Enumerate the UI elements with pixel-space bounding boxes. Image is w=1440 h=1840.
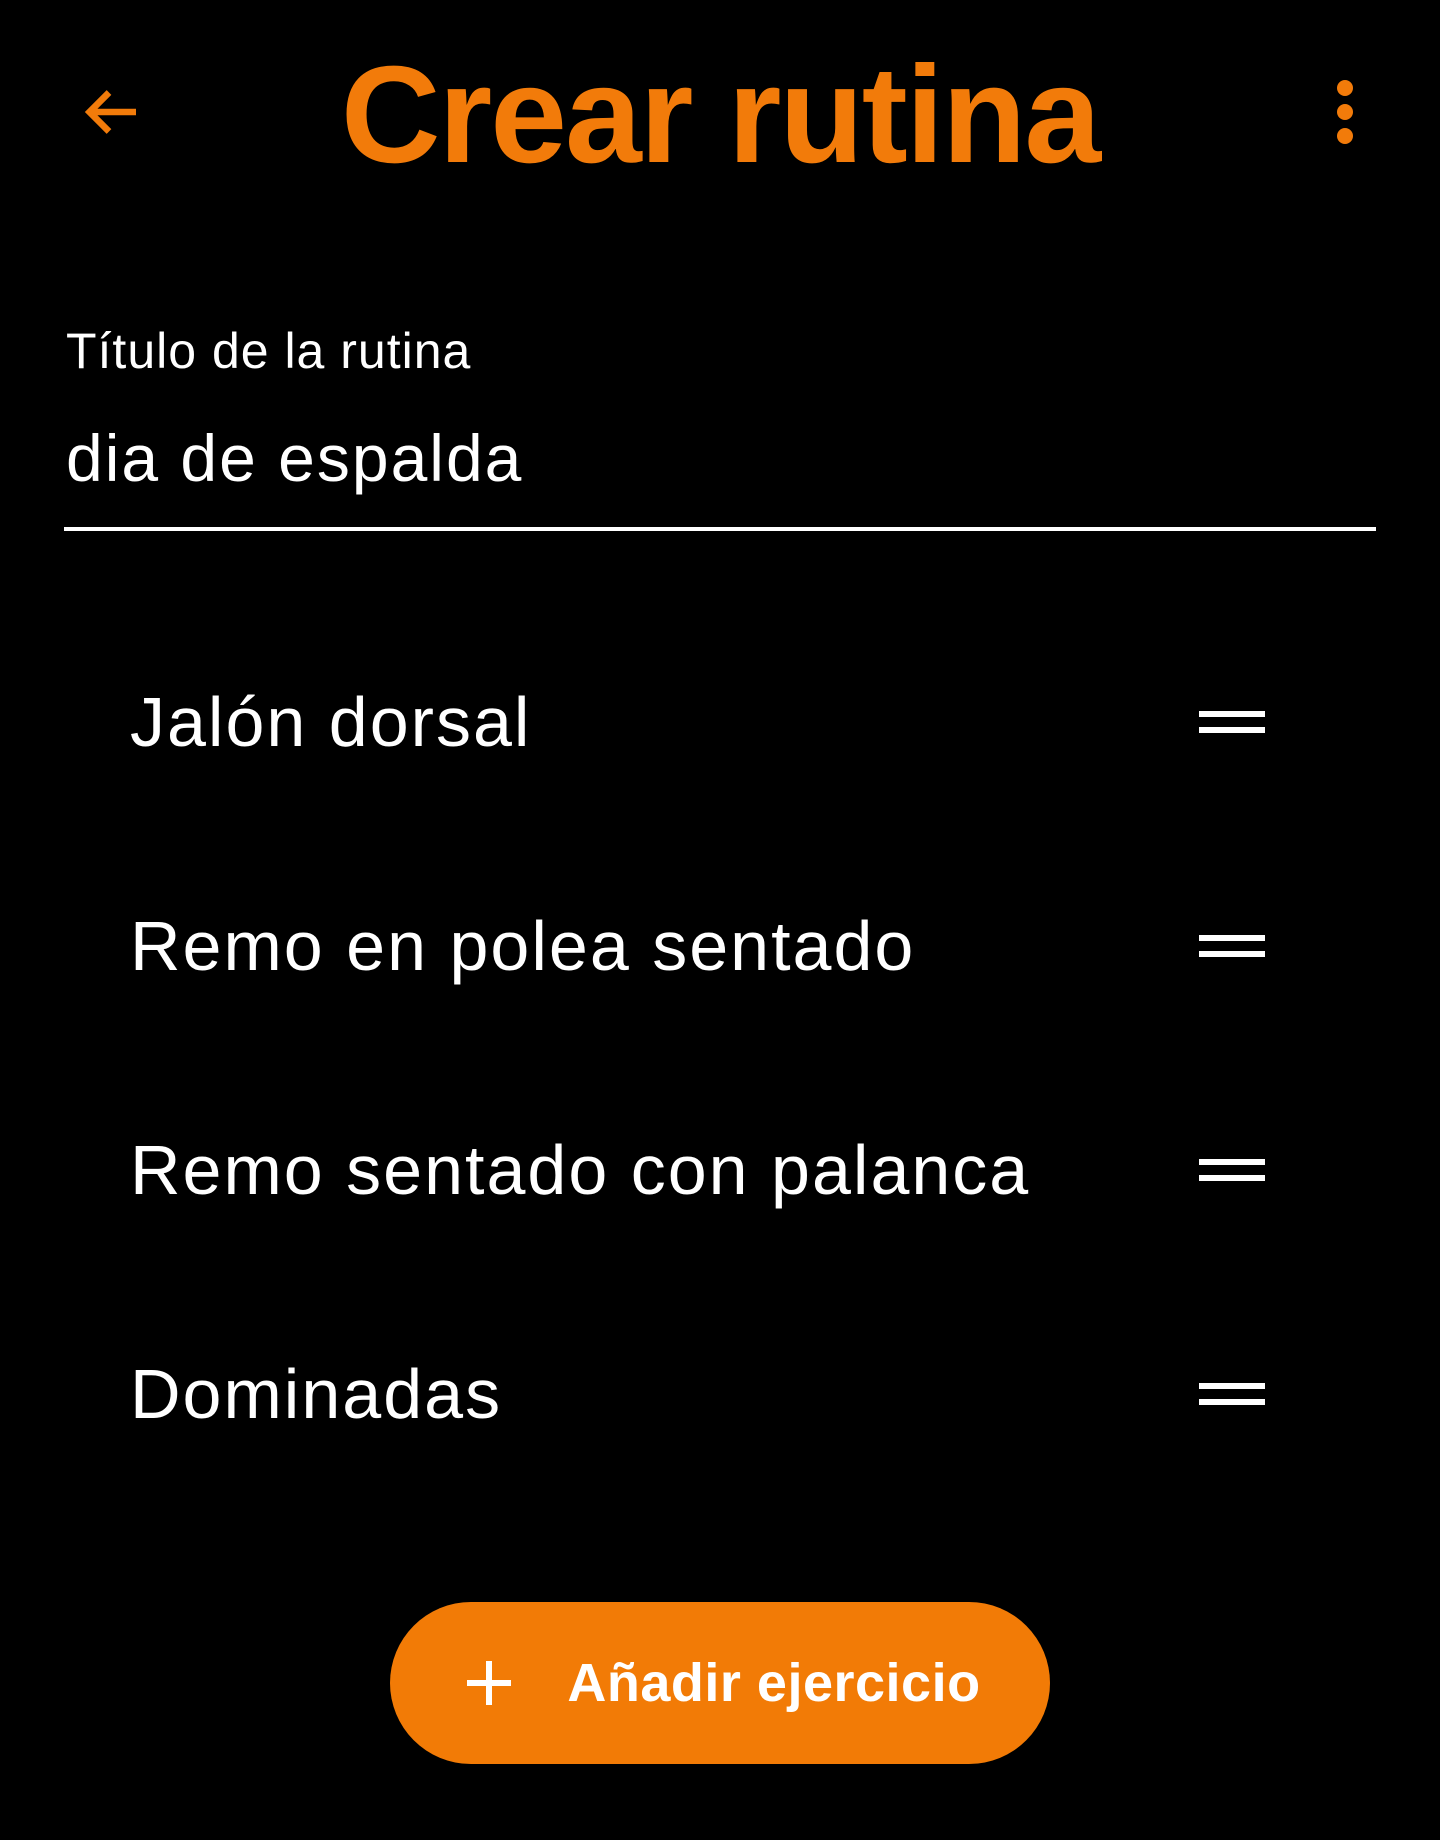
exercise-label: Dominadas bbox=[130, 1355, 503, 1433]
list-item[interactable]: Jalón dorsal bbox=[0, 610, 1440, 834]
routine-title-field: Título de la rutina bbox=[64, 310, 1376, 532]
page-title: Crear rutina bbox=[340, 38, 1101, 192]
drag-handle[interactable] bbox=[1180, 1130, 1284, 1210]
plus-icon bbox=[459, 1653, 519, 1713]
drag-handle-icon bbox=[1199, 1159, 1265, 1181]
list-item[interactable]: Remo en polea sentado bbox=[0, 834, 1440, 1058]
routine-title-input[interactable] bbox=[64, 410, 1376, 506]
routine-title-label: Título de la rutina bbox=[66, 323, 472, 379]
add-exercise-button[interactable]: Añadir ejercicio bbox=[390, 1602, 1050, 1764]
drag-handle[interactable] bbox=[1180, 1354, 1284, 1434]
drag-handle-icon bbox=[1199, 935, 1265, 957]
drag-handle[interactable] bbox=[1180, 682, 1284, 762]
more-vertical-icon bbox=[1337, 80, 1353, 144]
field-underline bbox=[64, 527, 1376, 531]
drag-handle-icon bbox=[1199, 1383, 1265, 1405]
add-exercise-label: Añadir ejercicio bbox=[567, 1653, 981, 1713]
exercise-label: Remo sentado con palanca bbox=[130, 1131, 1031, 1209]
create-routine-screen: Crear rutina Título de la rutina Jalón d… bbox=[0, 0, 1440, 1840]
drag-handle[interactable] bbox=[1180, 906, 1284, 986]
list-item[interactable]: Dominadas bbox=[0, 1282, 1440, 1506]
top-app-bar: Crear rutina bbox=[0, 0, 1440, 230]
exercise-label: Remo en polea sentado bbox=[130, 907, 916, 985]
list-item[interactable]: Remo sentado con palanca bbox=[0, 1058, 1440, 1282]
exercise-label: Jalón dorsal bbox=[130, 683, 532, 761]
drag-handle-icon bbox=[1199, 711, 1265, 733]
more-options-button[interactable] bbox=[1300, 60, 1390, 164]
